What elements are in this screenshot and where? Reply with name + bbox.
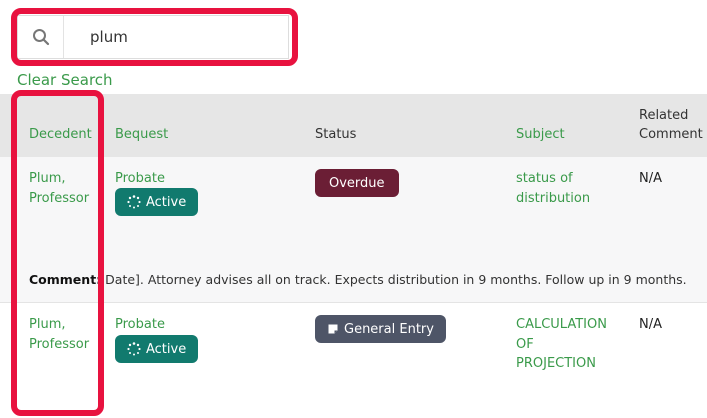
decedent-line: Professor xyxy=(29,336,90,352)
bequest-link[interactable]: Probate xyxy=(115,169,165,189)
search-button[interactable] xyxy=(18,16,64,58)
subject-line: distribution xyxy=(516,190,591,206)
search-input[interactable] xyxy=(90,26,280,48)
overdue-badge: Overdue xyxy=(315,169,399,197)
general-entry-badge-label: General Entry xyxy=(344,321,434,337)
active-badge: Active xyxy=(115,188,199,216)
decedent-link[interactable]: Plum, Professor xyxy=(29,169,89,208)
bequest-link[interactable]: Probate xyxy=(115,315,165,335)
decedent-line: Plum, xyxy=(29,171,66,186)
note-icon xyxy=(328,324,338,334)
column-header-status: Status xyxy=(315,127,357,142)
decedent-line: Professor xyxy=(29,190,90,206)
column-header-subject[interactable]: Subject xyxy=(516,127,565,142)
subject-line: CALCULATION xyxy=(516,317,607,332)
overdue-badge-label: Overdue xyxy=(315,169,399,197)
table-header xyxy=(0,94,707,157)
subject-line: PROJECTION xyxy=(516,356,596,371)
comment-label: Comment: xyxy=(29,272,102,287)
clear-search-link[interactable]: Clear Search xyxy=(17,71,113,89)
spinner-icon xyxy=(127,342,141,356)
column-header-related-comment-2: Comment xyxy=(639,127,703,142)
decedent-line: Plum, xyxy=(29,317,66,332)
search-icon xyxy=(32,29,49,46)
column-header-bequest[interactable]: Bequest xyxy=(115,127,168,142)
column-header-decedent[interactable]: Decedent xyxy=(29,127,92,142)
subject-link[interactable]: CALCULATION OF PROJECTION xyxy=(516,315,607,374)
related-comment-value: N/A xyxy=(639,317,662,332)
related-comment-value: N/A xyxy=(639,171,662,186)
comment-text: Date]. Attorney advises all on track. Ex… xyxy=(105,272,687,287)
subject-link[interactable]: status of distribution xyxy=(516,169,590,208)
general-entry-badge: General Entry xyxy=(315,315,446,343)
search-box xyxy=(17,15,289,59)
active-badge-label: Active xyxy=(146,341,187,357)
spinner-icon xyxy=(127,195,141,209)
comment-line: Comment: Date]. Attorney advises all on … xyxy=(29,272,687,287)
active-badge-label: Active xyxy=(146,194,187,210)
decedent-link[interactable]: Plum, Professor xyxy=(29,315,89,354)
active-badge: Active xyxy=(115,335,199,363)
subject-line: status of xyxy=(516,171,573,186)
subject-line: OF xyxy=(516,336,534,352)
column-header-related-comment-1: Related xyxy=(639,108,689,123)
